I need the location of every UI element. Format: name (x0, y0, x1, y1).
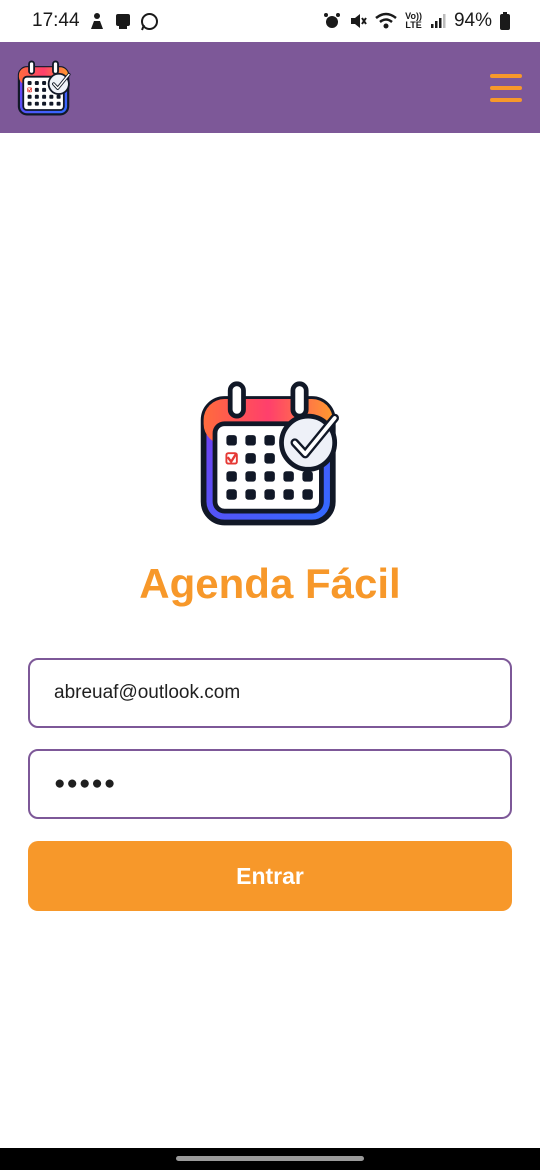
volte-bottom-label: LTE (405, 20, 422, 30)
status-bar-left: 17:44 (32, 10, 159, 32)
status-time: 17:44 (32, 10, 80, 31)
volte-icon: Vo)) LTE (405, 12, 422, 30)
status-bar-right: Vo)) LTE 94% (323, 10, 510, 32)
hamburger-menu-icon-line (490, 98, 522, 102)
alarm-icon (323, 12, 341, 30)
password-field[interactable] (28, 749, 512, 819)
app-title: Agenda Fácil (139, 560, 401, 607)
app-bar (0, 42, 540, 133)
navigation-bar (0, 1148, 540, 1170)
whatsapp-icon (140, 12, 159, 31)
calendar-check-icon[interactable] (16, 60, 74, 118)
hamburger-menu-icon-line (490, 86, 522, 90)
status-bar: 17:44 Vo)) LTE 94% (0, 0, 540, 42)
battery-percent: 94% (453, 10, 492, 31)
calendar-check-icon (194, 380, 350, 532)
device-icon (114, 12, 132, 30)
hamburger-menu-button[interactable] (490, 74, 522, 102)
home-indicator[interactable] (176, 1156, 364, 1161)
wifi-icon (375, 12, 397, 30)
login-button[interactable]: Entrar (28, 841, 512, 911)
hamburger-menu-icon (490, 74, 522, 78)
email-field[interactable] (28, 658, 512, 728)
mute-icon (349, 12, 367, 30)
activity-icon (88, 12, 106, 30)
battery-icon (500, 12, 510, 30)
signal-icon (430, 13, 446, 29)
